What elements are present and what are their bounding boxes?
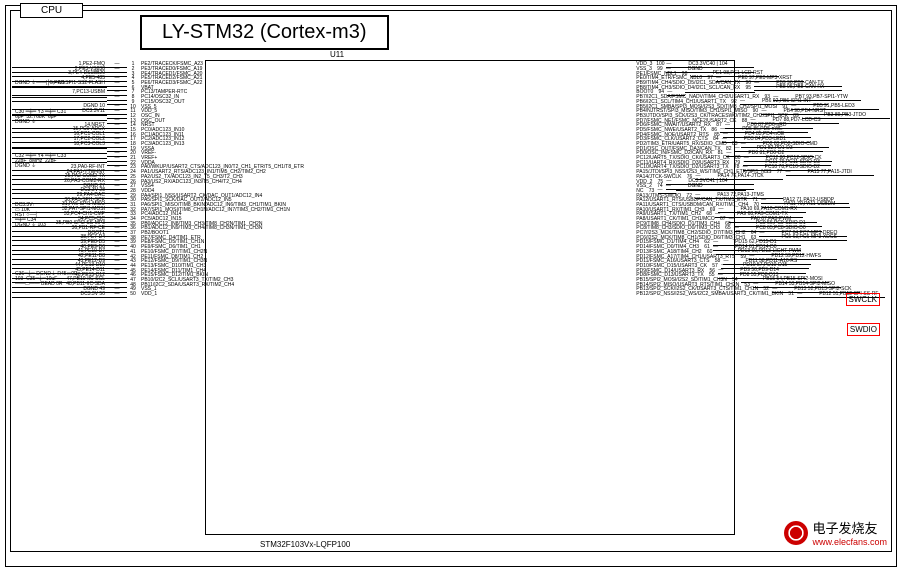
elecfans-logo-icon xyxy=(784,521,808,545)
chip-part-number: STM32F103Vx-LQFP100 xyxy=(260,540,350,549)
pin-number: 50 xyxy=(127,291,139,297)
pin-function: PB12/SPI2_NSS/I2S2_WS/I2C2_SMBA/USART3_C… xyxy=(636,291,785,297)
watermark: 电子发烧友 www.elecfans.com xyxy=(784,518,887,547)
pin-net: DC3.3V 50 xyxy=(12,291,107,298)
right-pin-column: VDD_3100—DC3.3VC40 | 104VSS_399—DGNDPE1/… xyxy=(636,62,890,296)
pin-function: VDD_1 xyxy=(139,291,157,297)
pin-number: 51 xyxy=(785,291,797,297)
swdio-highlight: SWDIO xyxy=(847,323,880,336)
analog-supply: C36═╪═ DGND⏚ R45▭0R 103 C35═╪═10uF ——▭——… xyxy=(15,272,78,287)
crystal-y3: C30 ═╪═ Y3 ═╪═ C31 6pF 32.768K 6pF DGND … xyxy=(15,110,78,125)
discrete-components: DGND ⏚——||——V1 C30 ═╪═ Y3 ═╪═ C31 6pF 32… xyxy=(15,80,78,291)
watermark-text-cn: 电子发烧友 xyxy=(812,518,887,537)
pin-left-50: DC3.3V 50—50VDD_1 xyxy=(12,292,304,297)
crystal-y4: C32 ═╪═ Y4 ═╪═ C33 22pF 8MHz 22pF DGND ⏚ xyxy=(15,154,78,169)
watermark-url: www.elecfans.com xyxy=(812,537,887,547)
chip-ref-designator: U11 xyxy=(330,50,344,59)
swclk-highlight: SWCLK xyxy=(846,293,880,306)
schematic-title: LY-STM32 (Cortex-m3) xyxy=(140,15,389,50)
reset-circuit: DC3.3V↑ ▭ 10K RST ○—┤ ═╪═ C34 DGND ⏚ 103 xyxy=(15,203,78,228)
cpu-label: CPU xyxy=(20,3,83,18)
battery-v1: DGND ⏚——||——V1 xyxy=(15,80,78,86)
pin-net xyxy=(685,92,755,93)
